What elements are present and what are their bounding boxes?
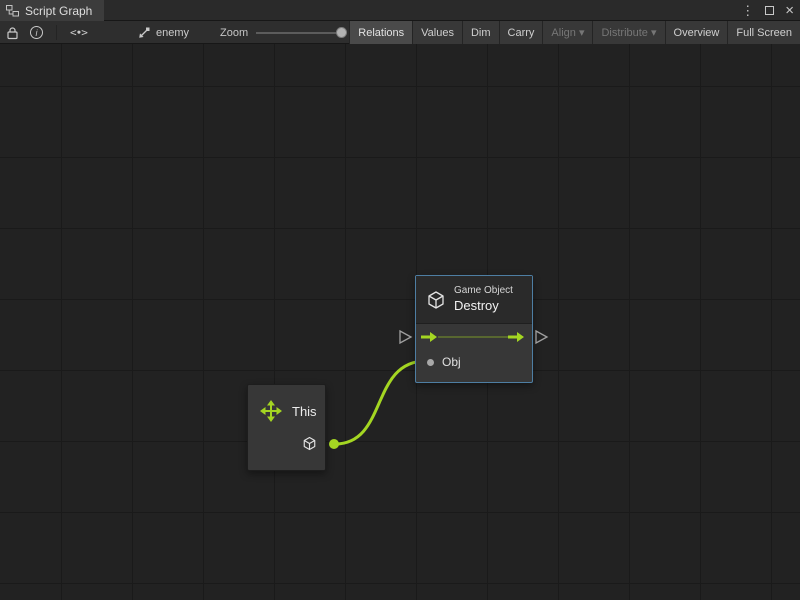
node-destroy[interactable]: Game Object Destroy Obj	[415, 275, 533, 383]
graph-pointer-icon	[138, 27, 150, 39]
node-this-title: This	[292, 404, 317, 419]
relation-line	[438, 336, 510, 338]
values-button[interactable]: Values	[412, 21, 462, 44]
align-dropdown[interactable]: Align ▾	[542, 21, 592, 44]
code-view-icon[interactable]: <∙>	[70, 21, 87, 44]
relations-button[interactable]: Relations	[349, 21, 412, 44]
lock-icon[interactable]	[6, 21, 19, 44]
graph-breadcrumb[interactable]: enemy	[138, 21, 189, 44]
carry-button[interactable]: Carry	[499, 21, 543, 44]
menu-icon[interactable]: ⋮	[741, 4, 754, 17]
gameobject-cube-icon	[426, 290, 446, 310]
unity-graph-window: Script Graph ⋮ × i <∙> enemy	[0, 0, 800, 600]
toolbar-button-group: Relations Values Dim Carry Align ▾ Distr…	[349, 21, 800, 43]
tab-title: Script Graph	[25, 4, 92, 18]
flow-input-arrow-icon[interactable]	[421, 331, 437, 343]
zoom-control: Zoom 1x	[220, 21, 365, 44]
graph-canvas[interactable]: Game Object Destroy Obj	[0, 44, 800, 600]
titlebar: Script Graph ⋮ ×	[0, 0, 800, 21]
script-graph-icon	[6, 4, 19, 17]
tab-script-graph[interactable]: Script Graph	[0, 0, 104, 21]
node-this-header: This	[248, 385, 325, 422]
connection-wire[interactable]	[335, 361, 426, 444]
info-icon[interactable]: i	[30, 21, 43, 44]
obj-port-label: Obj	[442, 355, 461, 369]
maximize-icon[interactable]	[765, 6, 774, 15]
node-destroy-flow-row	[416, 324, 532, 350]
node-category: Game Object	[454, 285, 513, 298]
node-title: Destroy	[454, 298, 513, 314]
graph-name-label: enemy	[156, 27, 189, 39]
node-this[interactable]: This	[247, 384, 326, 471]
graph-toolbar: i <∙> enemy Zoom 1x Relations Values Dim…	[0, 21, 800, 44]
close-icon[interactable]: ×	[785, 3, 794, 18]
move-arrows-icon	[260, 400, 282, 422]
overview-button[interactable]: Overview	[665, 21, 728, 44]
node-destroy-header[interactable]: Game Object Destroy	[416, 276, 532, 324]
gameobject-output-cube-icon	[302, 436, 317, 451]
wire-layer	[0, 44, 800, 600]
dim-button[interactable]: Dim	[462, 21, 499, 44]
obj-input-port[interactable]	[427, 359, 434, 366]
zoom-slider-knob[interactable]	[336, 27, 347, 38]
fullscreen-button[interactable]: Full Screen	[727, 21, 800, 44]
node-destroy-obj-row: Obj	[416, 350, 532, 374]
distribute-dropdown[interactable]: Distribute ▾	[592, 21, 664, 44]
flow-output-arrow-icon[interactable]	[508, 331, 524, 343]
toolbar-divider	[56, 25, 57, 40]
zoom-slider[interactable]	[256, 32, 342, 34]
node-destroy-titles: Game Object Destroy	[454, 285, 513, 314]
window-controls: ⋮ ×	[741, 0, 794, 21]
zoom-label: Zoom	[220, 27, 248, 39]
